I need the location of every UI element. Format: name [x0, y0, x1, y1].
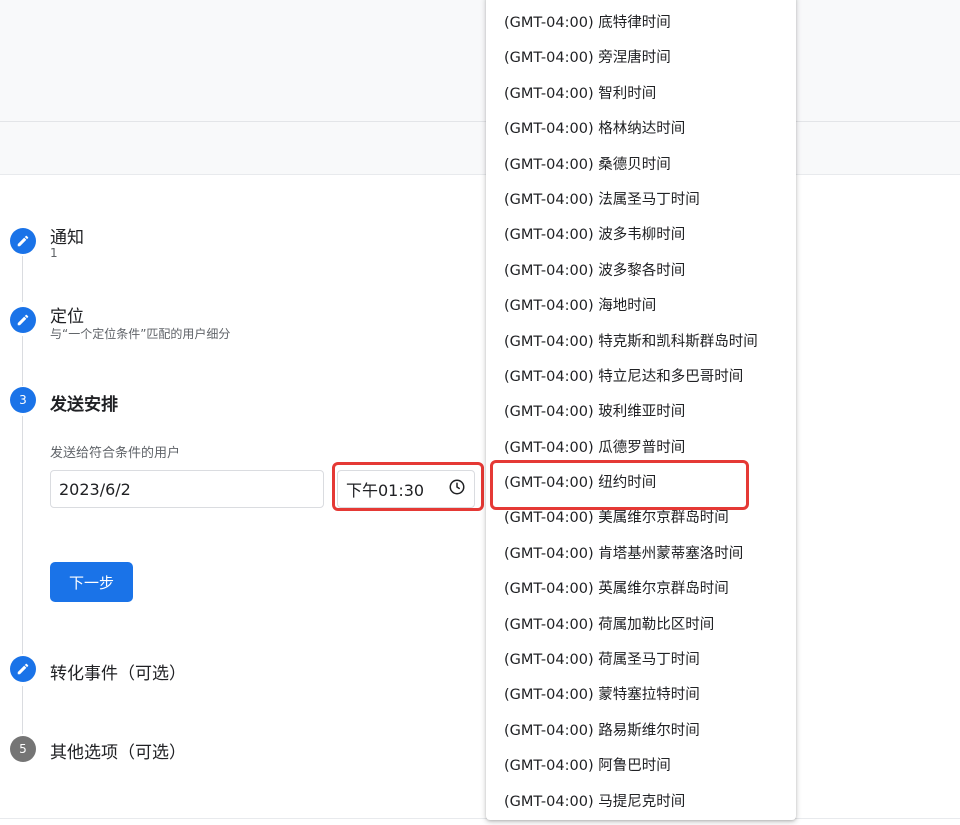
timezone-option[interactable]: (GMT-04:00) 波多黎各时间	[486, 254, 796, 289]
step-title-targeting[interactable]: 定位	[50, 302, 84, 327]
next-button[interactable]: 下一步	[50, 562, 133, 602]
top-bar	[0, 0, 960, 122]
pencil-icon[interactable]	[10, 307, 36, 333]
timezone-option[interactable]: (GMT-04:00) 肯塔基州蒙蒂塞洛时间	[486, 537, 796, 572]
stepper-connector	[22, 416, 23, 654]
timezone-option[interactable]: (GMT-04:00) 荷属圣马丁时间	[486, 643, 796, 678]
step-title-conversion-events[interactable]: 转化事件（可选）	[50, 659, 186, 684]
timezone-option[interactable]: (GMT-04:00) 英属维尔京群岛时间	[486, 572, 796, 607]
timezone-option[interactable]: (GMT-04:00) 法属圣马丁时间	[486, 183, 796, 218]
stepper-connector	[22, 686, 23, 734]
timezone-option[interactable]: (GMT-04:00) 海地时间	[486, 289, 796, 324]
timezone-dropdown[interactable]: (GMT-04:00) 底特律时间 (GMT-04:00) 旁涅唐时间 (GMT-0…	[486, 0, 796, 820]
timezone-option[interactable]: (GMT-04:00) 马提尼克时间	[486, 785, 796, 820]
pencil-icon[interactable]	[10, 228, 36, 254]
step-subtitle-targeting: 与“一个定位条件”匹配的用户细分	[50, 327, 231, 341]
timezone-highlight-box	[490, 460, 749, 510]
timezone-option[interactable]: (GMT-04:00) 格林纳达时间	[486, 112, 796, 147]
divider	[0, 818, 960, 819]
date-value: 2023/6/2	[59, 479, 131, 499]
timezone-option[interactable]: (GMT-04:00) 玻利维亚时间	[486, 395, 796, 430]
timezone-list: (GMT-04:00) 底特律时间 (GMT-04:00) 旁涅唐时间 (GMT-0…	[486, 6, 796, 820]
timezone-option[interactable]: (GMT-04:00) 路易斯维尔时间	[486, 714, 796, 749]
pencil-icon[interactable]	[10, 656, 36, 682]
timezone-option[interactable]: (GMT-04:00) 桑德贝时间	[486, 148, 796, 183]
step-title-other-options[interactable]: 其他选项（可选）	[50, 738, 186, 763]
timezone-option[interactable]: (GMT-04:00) 底特律时间	[486, 6, 796, 41]
timezone-option[interactable]: (GMT-04:00) 波多韦柳时间	[486, 218, 796, 253]
step-title-scheduling[interactable]: 发送安排	[50, 390, 118, 415]
timezone-option[interactable]: (GMT-04:00) 蒙特塞拉特时间	[486, 678, 796, 713]
timezone-option[interactable]: (GMT-04:00) 阿鲁巴时间	[486, 749, 796, 784]
timezone-option[interactable]: (GMT-04:00) 旁涅唐时间	[486, 41, 796, 76]
time-highlight-box	[332, 462, 484, 511]
timezone-option[interactable]: (GMT-04:00) 智利时间	[486, 77, 796, 112]
step-subtitle-notification: 1	[50, 246, 58, 260]
timezone-option[interactable]: (GMT-04:00) 荷属加勒比区时间	[486, 608, 796, 643]
timezone-option[interactable]: (GMT-04:00) 特克斯和凯科斯群岛时间	[486, 325, 796, 360]
step-title-notification[interactable]: 通知	[50, 223, 84, 248]
step-number-badge: 5	[10, 736, 36, 762]
stepper-connector	[22, 256, 23, 302]
date-input[interactable]: 2023/6/2	[50, 470, 324, 508]
delivery-label: 发送给符合条件的用户	[50, 446, 181, 461]
stepper-connector	[22, 336, 23, 386]
step-number-badge: 3	[10, 387, 36, 413]
timezone-option[interactable]: (GMT-04:00) 特立尼达和多巴哥时间	[486, 360, 796, 395]
sub-bar	[0, 122, 960, 175]
